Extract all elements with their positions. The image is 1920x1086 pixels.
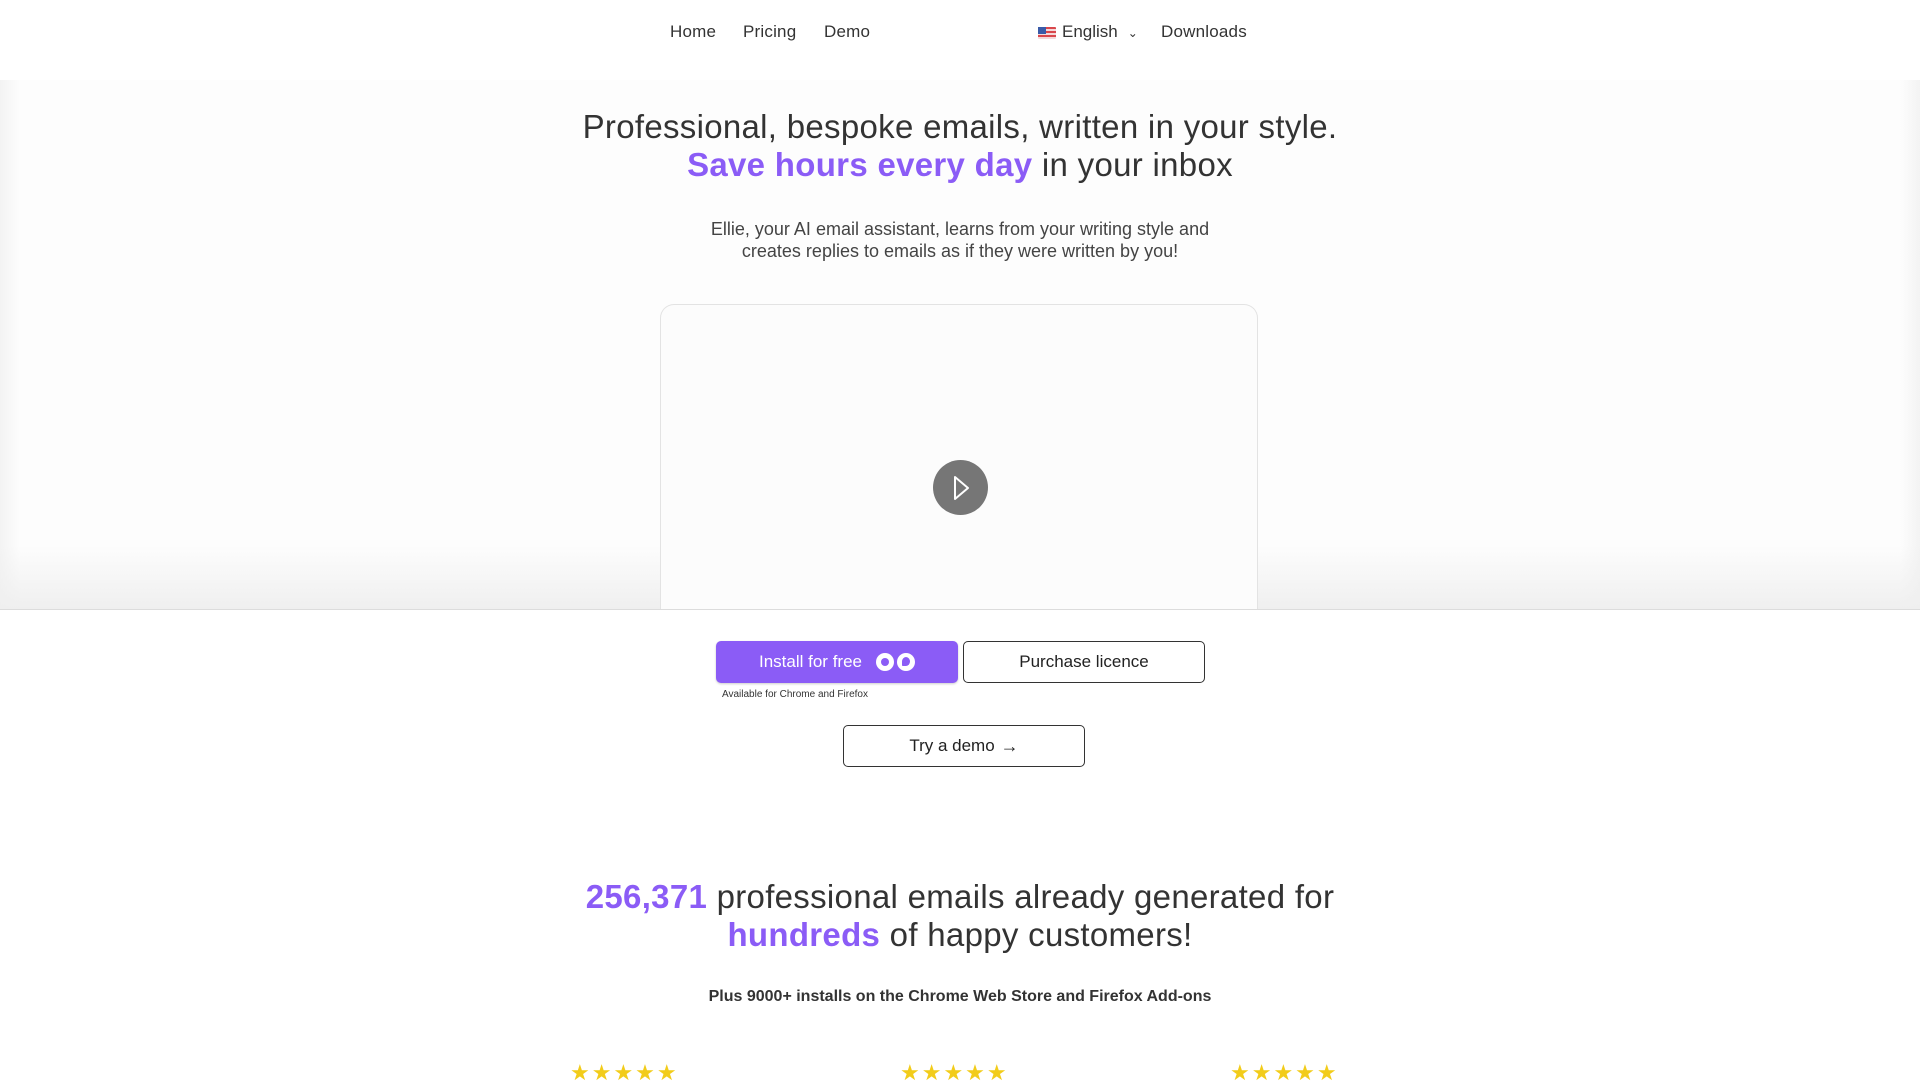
purchase-licence-button[interactable]: Purchase licence [963, 641, 1205, 683]
review-rating-stars: ★★★★★ [1230, 1060, 1339, 1085]
top-nav: Home Pricing Demo English ⌄ Downloads [0, 0, 1920, 80]
demo-label: Try a demo [909, 736, 995, 755]
nav-demo-link[interactable]: Demo [824, 22, 870, 42]
try-a-demo-button[interactable]: Try a demo → [843, 725, 1085, 767]
review-rating-stars: ★★★★★ [900, 1060, 1009, 1085]
nav-home-link[interactable]: Home [670, 22, 716, 42]
language-label: English [1062, 22, 1118, 41]
chrome-icon [876, 653, 894, 671]
hero-subtitle: Ellie, your AI email assistant, learns f… [0, 218, 1920, 262]
demo-video[interactable] [660, 304, 1258, 609]
stats-text: of happy customers! [889, 916, 1193, 953]
headline-text: Professional, bespoke emails, written in… [582, 108, 1338, 145]
review-rating-stars: ★★★★★ [570, 1060, 679, 1085]
headline-accent: Save hours every day [687, 146, 1033, 183]
headline-text-end: in your inbox [1041, 146, 1233, 183]
installs-note: Plus 9000+ installs on the Chrome Web St… [708, 988, 1212, 1005]
subtitle-line: creates replies to emails as if they wer… [741, 241, 1179, 261]
chevron-down-icon: ⌄ [1127, 26, 1138, 40]
stats-text: professional emails already generated fo… [716, 878, 1335, 915]
nav-downloads-link[interactable]: Downloads [1161, 22, 1247, 42]
subtitle-line: Ellie, your AI email assistant, learns f… [710, 219, 1210, 239]
install-for-free-button[interactable]: Install for free [716, 641, 958, 683]
stats-accent-word: hundreds [727, 916, 881, 953]
arrow-right-icon: → [1000, 735, 1019, 756]
play-button[interactable] [933, 460, 988, 515]
language-selector[interactable]: English ⌄ [1038, 22, 1138, 42]
play-icon [953, 475, 969, 500]
us-flag-icon [1038, 27, 1056, 39]
nav-pricing-link[interactable]: Pricing [743, 22, 796, 42]
stats-heading: 256,371 professional emails already gene… [0, 878, 1920, 954]
email-count: 256,371 [585, 878, 708, 915]
hero-headline: Professional, bespoke emails, written in… [0, 108, 1920, 184]
firefox-icon [897, 653, 915, 671]
install-label: Install for free [759, 652, 862, 671]
availability-note: Available for Chrome and Firefox [722, 689, 868, 700]
